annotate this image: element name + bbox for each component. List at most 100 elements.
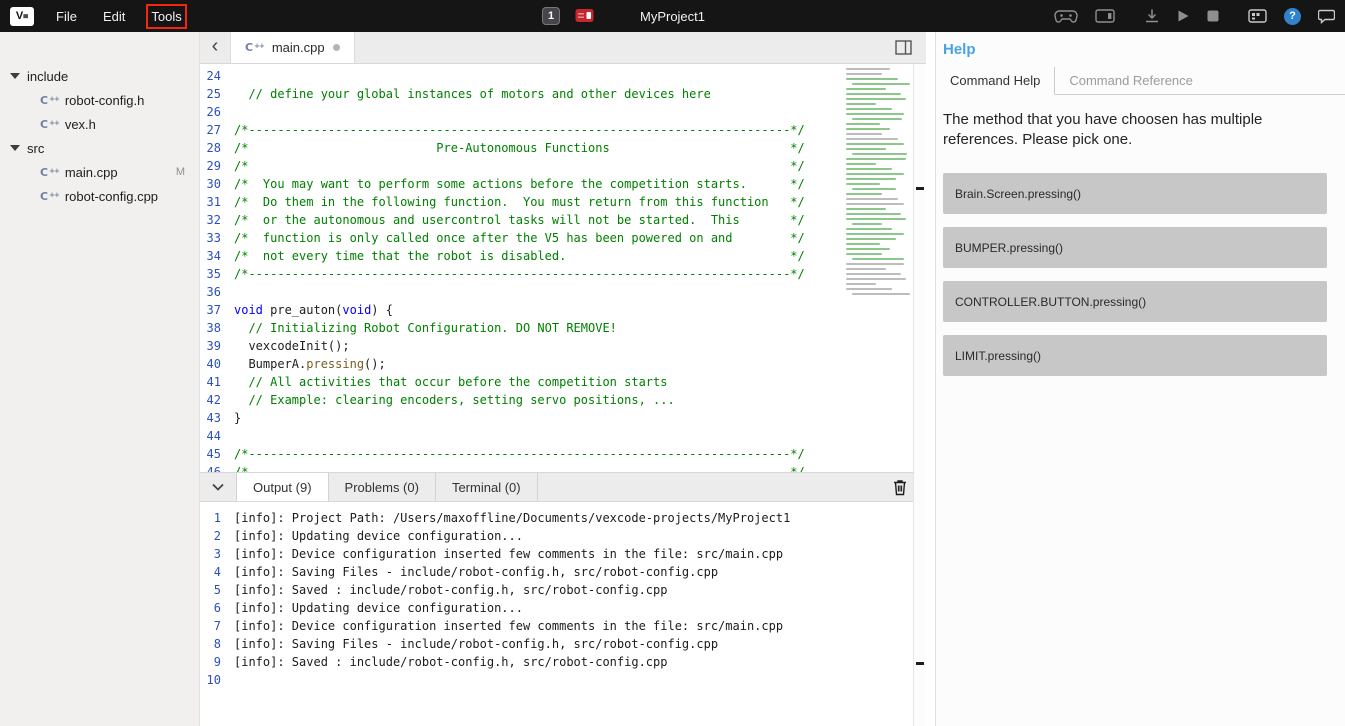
file-vex-h[interactable]: C++vex.h xyxy=(0,112,199,136)
code-line[interactable]: 26 xyxy=(200,105,926,123)
slot-badge[interactable]: 1 xyxy=(542,7,560,25)
vex-logo-icon[interactable]: V≣ xyxy=(10,7,34,26)
stop-icon[interactable] xyxy=(1207,10,1219,22)
minimap-bar xyxy=(846,168,892,170)
output-line: 10 xyxy=(200,673,913,691)
code-line[interactable]: 39 vexcodeInit(); xyxy=(200,339,926,357)
minimap-bar xyxy=(846,68,890,70)
code-lines: 2425 // define your global instances of … xyxy=(200,69,926,472)
devices-icon[interactable] xyxy=(1248,9,1267,23)
download-icon[interactable] xyxy=(1144,8,1160,24)
output-line-number: 4 xyxy=(200,565,234,583)
code-text: vexcodeInit(); xyxy=(234,339,350,357)
tab-command-help[interactable]: Command Help xyxy=(936,67,1055,95)
minimap-bar xyxy=(846,93,901,95)
output-line-number: 9 xyxy=(200,655,234,673)
minimap[interactable] xyxy=(844,68,910,298)
code-line[interactable]: 40 BumperA.pressing(); xyxy=(200,357,926,375)
code-line[interactable]: 36 xyxy=(200,285,926,303)
minimap-bar xyxy=(846,78,898,80)
line-number: 26 xyxy=(200,105,234,123)
code-line[interactable]: 34/* not every time that the robot is di… xyxy=(200,249,926,267)
play-icon[interactable] xyxy=(1177,9,1190,23)
feedback-icon[interactable] xyxy=(1318,9,1335,24)
tab-terminal[interactable]: Terminal (0) xyxy=(436,473,538,501)
overview-ruler[interactable] xyxy=(913,64,926,726)
code-line[interactable]: 46/* */ xyxy=(200,465,926,472)
tab-output[interactable]: Output (9) xyxy=(236,473,329,501)
code-line[interactable]: 35/*------------------------------------… xyxy=(200,267,926,285)
bottom-panel-tabbar: Output (9)Problems (0)Terminal (0) xyxy=(200,472,913,502)
code-line[interactable]: 30/* You may want to perform some action… xyxy=(200,177,926,195)
code-line[interactable]: 31/* Do them in the following function. … xyxy=(200,195,926,213)
output-line: 4[info]: Saving Files - include/robot-co… xyxy=(200,565,913,583)
help-icon[interactable]: ? xyxy=(1284,8,1301,25)
file-robot-config-h[interactable]: C++robot-config.h xyxy=(0,88,199,112)
minimap-bar xyxy=(846,273,901,275)
line-number: 43 xyxy=(200,411,234,429)
minimap-bar xyxy=(846,283,876,285)
help-panel-title: Help xyxy=(936,32,1345,58)
code-line[interactable]: 24 xyxy=(200,69,926,87)
line-number: 25 xyxy=(200,87,234,105)
file-main-cpp[interactable]: C++main.cppM xyxy=(0,160,199,184)
output-text: [info]: Saved : include/robot-config.h, … xyxy=(234,655,667,673)
output-lines: 1[info]: Project Path: /Users/maxoffline… xyxy=(200,511,913,691)
minimap-bar xyxy=(846,218,906,220)
back-button[interactable]: ‹ xyxy=(200,32,230,63)
disclosure-triangle-icon[interactable] xyxy=(10,145,20,151)
code-line[interactable]: 37void pre_auton(void) { xyxy=(200,303,926,321)
clear-output-icon[interactable] xyxy=(893,479,907,501)
disclosure-triangle-icon[interactable] xyxy=(10,73,20,79)
minimap-bar xyxy=(846,148,886,150)
code-line[interactable]: 32/* or the autonomous and usercontrol t… xyxy=(200,213,926,231)
code-line[interactable]: 42 // Example: clearing encoders, settin… xyxy=(200,393,926,411)
option-controller-button-pressing-[interactable]: CONTROLLER.BUTTON.pressing() xyxy=(943,281,1327,322)
folder-include[interactable]: include xyxy=(0,64,199,88)
code-line[interactable]: 29/* */ xyxy=(200,159,926,177)
code-line[interactable]: 25 // define your global instances of mo… xyxy=(200,87,926,105)
tree-label: include xyxy=(27,69,68,84)
editor-tab-main-cpp[interactable]: C++ main.cpp xyxy=(230,32,355,63)
tab-problems[interactable]: Problems (0) xyxy=(329,473,436,501)
minimap-bar xyxy=(852,83,910,85)
line-number: 46 xyxy=(200,465,234,472)
code-editor[interactable]: 2425 // define your global instances of … xyxy=(200,64,926,472)
minimap-bar xyxy=(846,103,876,105)
code-line[interactable]: 43} xyxy=(200,411,926,429)
brain-screen-icon[interactable] xyxy=(1095,9,1115,23)
brain-connection-icon[interactable] xyxy=(575,8,594,23)
cpp-file-icon: C++ xyxy=(40,95,59,106)
line-number: 40 xyxy=(200,357,234,375)
code-line[interactable]: 41 // All activities that occur before t… xyxy=(200,375,926,393)
minimap-bar xyxy=(846,233,904,235)
menu-file[interactable]: File xyxy=(56,9,77,24)
output-console[interactable]: 1[info]: Project Path: /Users/maxoffline… xyxy=(200,502,913,726)
code-text: /* */ xyxy=(234,465,805,472)
option-bumper-pressing-[interactable]: BUMPER.pressing() xyxy=(943,227,1327,268)
minimap-bar xyxy=(852,223,882,225)
collapse-panel-button[interactable] xyxy=(200,473,236,501)
minimap-bar xyxy=(846,268,886,270)
folder-src[interactable]: src xyxy=(0,136,199,160)
menu-edit[interactable]: Edit xyxy=(103,9,125,24)
code-line[interactable]: 33/* function is only called once after … xyxy=(200,231,926,249)
line-number: 28 xyxy=(200,141,234,159)
panel-toggle-icon[interactable] xyxy=(895,40,912,60)
output-line-number: 1 xyxy=(200,511,234,529)
option-brain-screen-pressing-[interactable]: Brain.Screen.pressing() xyxy=(943,173,1327,214)
controller-icon[interactable] xyxy=(1054,9,1078,23)
file-robot-config-cpp[interactable]: C++robot-config.cpp xyxy=(0,184,199,208)
tab-command-reference[interactable]: Command Reference xyxy=(1055,67,1207,94)
menu-items: File Edit Tools xyxy=(56,9,182,24)
code-line[interactable]: 28/* Pre-Autonomous Functions */ xyxy=(200,141,926,159)
minimap-bar xyxy=(846,183,880,185)
menu-tools[interactable]: Tools xyxy=(151,9,181,24)
code-line[interactable]: 27/*------------------------------------… xyxy=(200,123,926,141)
line-number: 33 xyxy=(200,231,234,249)
modified-dot-icon xyxy=(333,44,340,51)
code-line[interactable]: 38 // Initializing Robot Configuration. … xyxy=(200,321,926,339)
option-limit-pressing-[interactable]: LIMIT.pressing() xyxy=(943,335,1327,376)
code-line[interactable]: 45/*------------------------------------… xyxy=(200,447,926,465)
code-line[interactable]: 44 xyxy=(200,429,926,447)
